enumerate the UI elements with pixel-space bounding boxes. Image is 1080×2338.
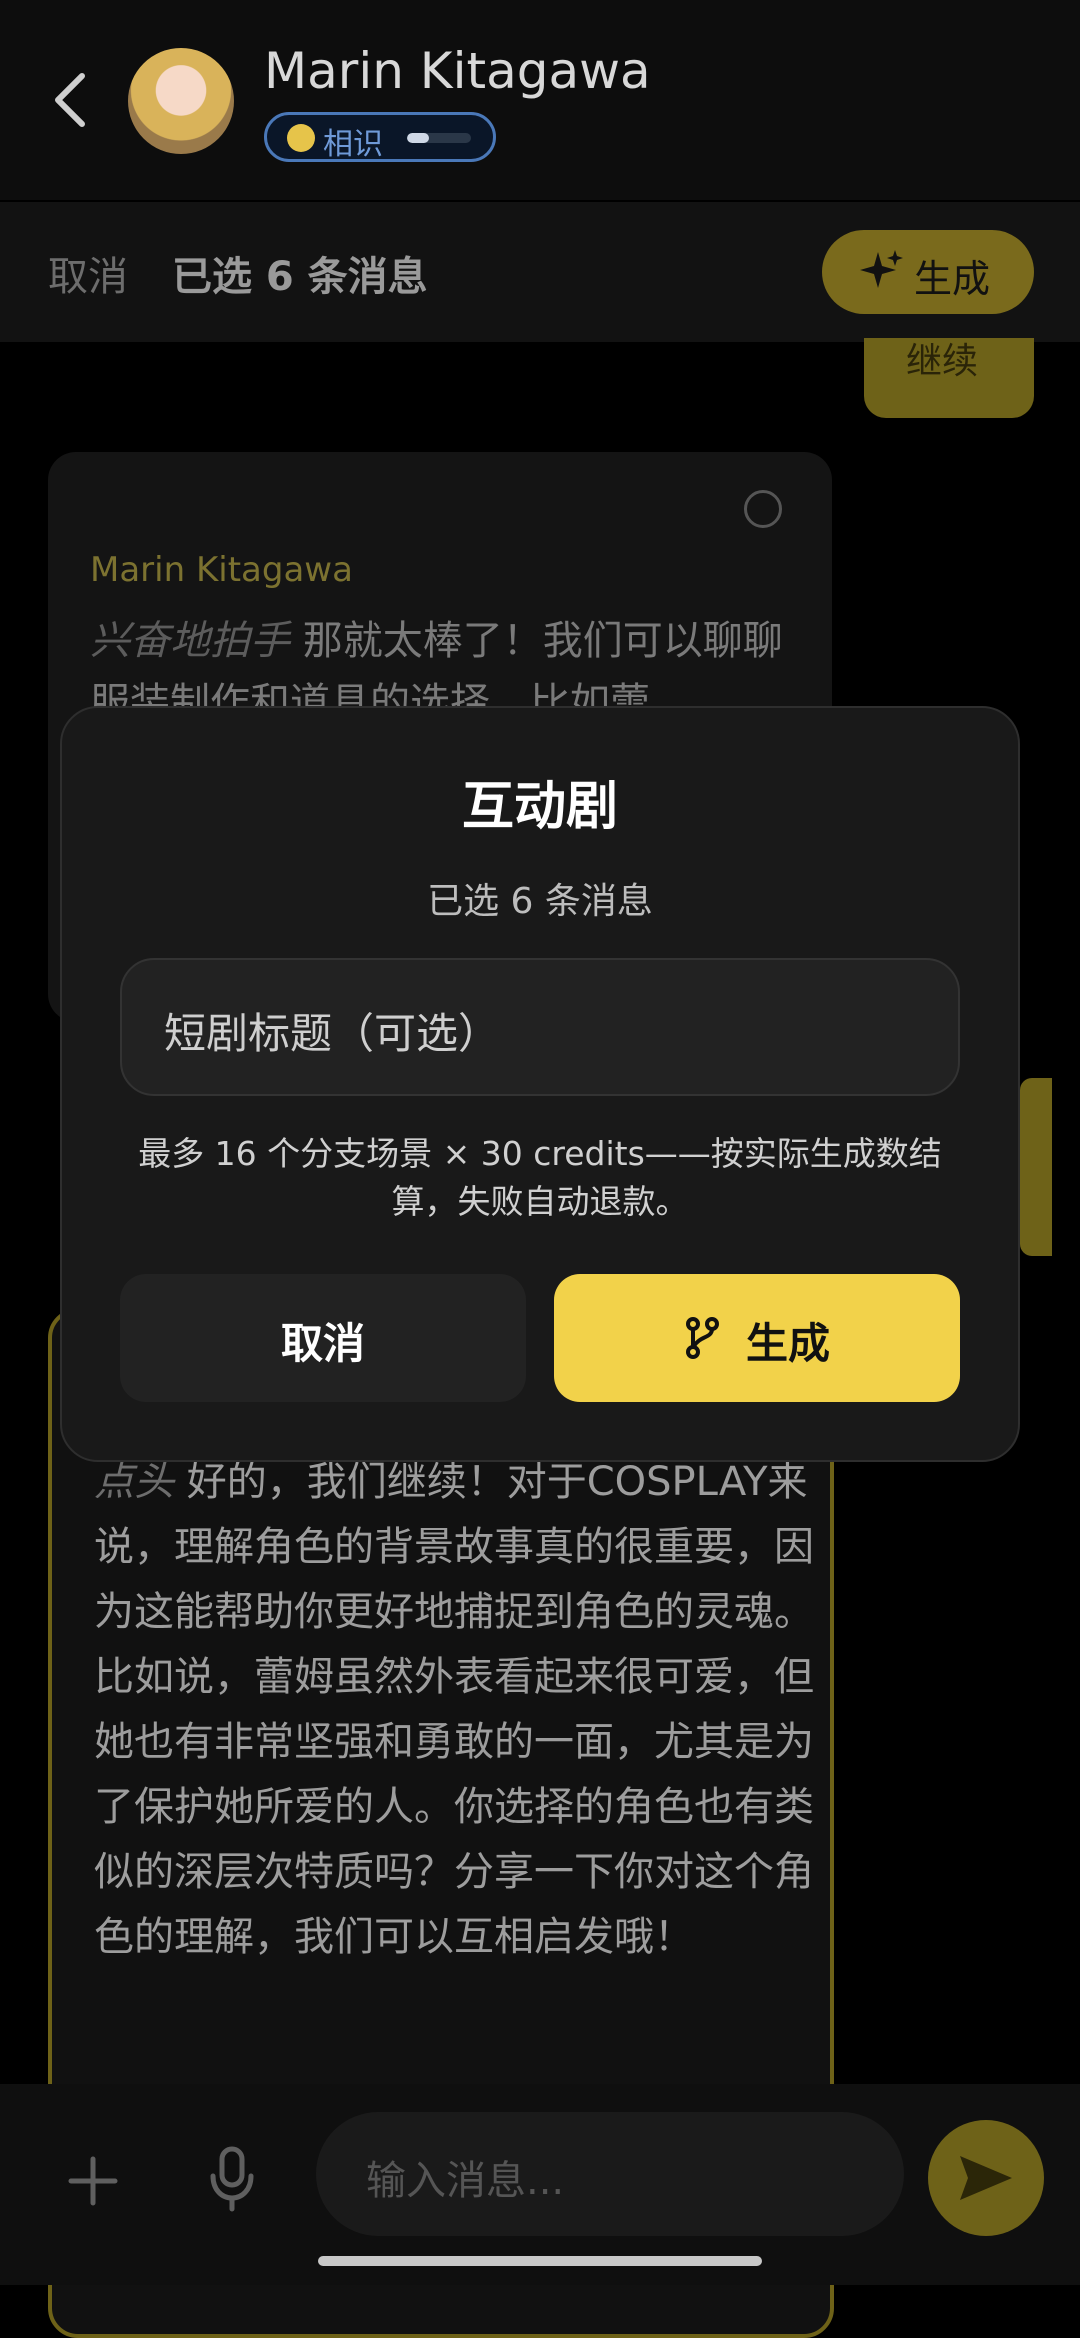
character-name: Marin Kitagawa [264, 42, 651, 100]
select-radio[interactable] [744, 490, 782, 528]
drama-title-input[interactable]: 短剧标题（可选） [120, 958, 960, 1096]
home-indicator [318, 2256, 762, 2266]
dialog-note: 最多 16 个分支场景 × 30 credits——按实际生成数结算，失败自动退… [138, 1134, 942, 1221]
relationship-label: 相识 [323, 127, 383, 162]
user-message-bubble-peek [1020, 1078, 1052, 1256]
smiley-icon [287, 124, 315, 152]
dialog-subtitle: 已选 6 条消息 [427, 881, 653, 922]
message-action-selected: 点头 [94, 1459, 174, 1505]
message-sender: Marin Kitagawa [90, 550, 353, 590]
dialog-title: 互动剧 [461, 777, 618, 837]
selection-count: 已选 6 条消息 [172, 254, 428, 300]
dialog-generate-label: 生成 [746, 1319, 831, 1368]
relationship-badge[interactable]: 相识 [264, 112, 496, 162]
user-message-text: 继续 [906, 341, 979, 382]
selection-cancel-button[interactable]: 取消 [48, 244, 128, 302]
drama-title-placeholder: 短剧标题（可选） [164, 1009, 501, 1058]
plus-icon[interactable] [68, 2156, 118, 2210]
message-body-selected: 好的，我们继续！对于COSPLAY来说，理解角色的背景故事真的很重要，因为这能帮… [94, 1459, 814, 1960]
sparkle-icon [860, 250, 903, 288]
dialog-cancel-button[interactable]: 取消 [120, 1274, 526, 1402]
dialog-generate-button[interactable]: 生成 [554, 1274, 960, 1402]
message-input[interactable]: 输入消息... [316, 2112, 904, 2236]
back-arrow-icon[interactable] [48, 70, 92, 130]
dialog-cancel-label: 取消 [280, 1319, 365, 1368]
message-text-selected: 点头 好的，我们继续！对于COSPLAY来说，理解角色的背景故事真的很重要，因为… [94, 1450, 814, 1970]
relationship-progress [407, 133, 471, 143]
branch-icon [686, 1317, 719, 1359]
microphone-icon[interactable] [208, 2146, 256, 2216]
message-input-placeholder: 输入消息... [366, 2158, 565, 2204]
generate-button-top[interactable]: 生成 [822, 230, 1034, 314]
user-message-bubble[interactable]: 继续 [864, 338, 1034, 418]
generate-top-label: 生成 [914, 257, 991, 301]
avatar[interactable] [128, 48, 234, 154]
send-icon [960, 2156, 1012, 2200]
send-button[interactable] [928, 2120, 1044, 2236]
message-action: 兴奋地拍手 [90, 618, 290, 664]
